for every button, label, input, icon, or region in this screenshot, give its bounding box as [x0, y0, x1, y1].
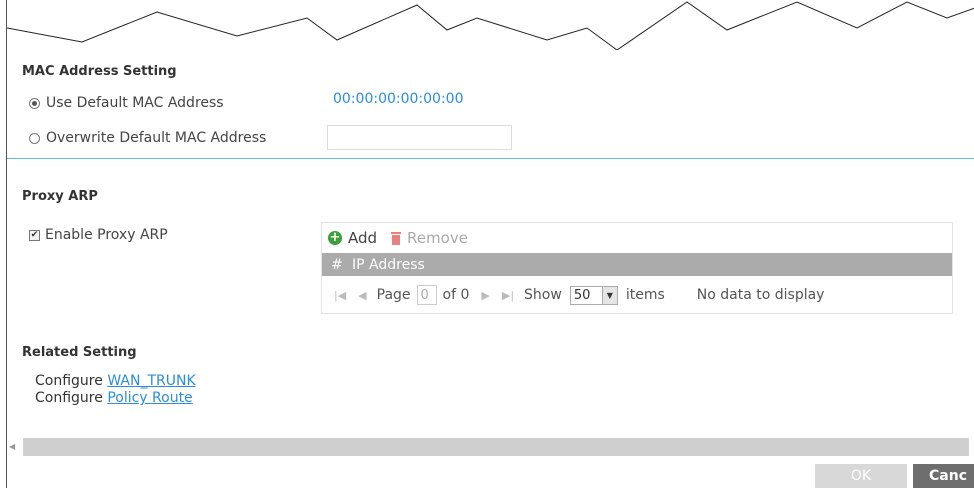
page-size-select[interactable]: 50 ▼: [569, 285, 618, 305]
page-number-input[interactable]: 0: [416, 285, 437, 305]
torn-edge-decoration: [7, 0, 974, 50]
show-label: Show: [524, 287, 562, 303]
related-item-prefix: Configure: [35, 390, 103, 406]
mac-section-title: MAC Address Setting: [22, 64, 177, 79]
ok-button[interactable]: OK: [815, 464, 907, 488]
add-button[interactable]: + Add: [328, 229, 377, 247]
radio-unselected-icon[interactable]: [29, 132, 40, 144]
related-section-title: Related Setting: [22, 345, 137, 360]
cancel-button[interactable]: Canc: [913, 464, 974, 488]
items-label: items: [625, 287, 665, 303]
default-mac-value: 00:00:00:00:00:00: [333, 91, 464, 107]
use-default-mac-label: Use Default MAC Address: [46, 95, 224, 111]
remove-button-label: Remove: [407, 229, 468, 247]
column-header-ip-address[interactable]: IP Address: [352, 257, 425, 273]
first-page-icon[interactable]: |◀: [334, 289, 346, 302]
trash-icon: [391, 231, 402, 245]
use-default-mac-radio[interactable]: Use Default MAC Address: [29, 95, 224, 111]
wan-trunk-link[interactable]: WAN_TRUNK: [107, 373, 195, 389]
scroll-left-icon[interactable]: ◀: [9, 442, 15, 451]
related-item-wan-trunk: Configure WAN_TRUNK: [35, 373, 196, 389]
chevron-down-icon[interactable]: ▼: [601, 286, 617, 304]
page-label: Page: [376, 287, 411, 303]
dialog-frame: MAC Address Setting Use Default MAC Addr…: [6, 0, 974, 488]
column-header-index[interactable]: #: [322, 257, 352, 273]
section-divider: [7, 158, 974, 159]
add-icon: +: [328, 230, 342, 245]
no-data-label: No data to display: [696, 287, 825, 303]
related-item-prefix: Configure: [35, 373, 103, 389]
grid-header: # IP Address: [322, 253, 952, 276]
grid-toolbar: + Add Remove: [328, 229, 482, 247]
overwrite-mac-input[interactable]: [327, 125, 512, 150]
prev-page-icon[interactable]: ◀: [358, 289, 366, 302]
add-button-label: Add: [348, 229, 378, 247]
proxy-arp-grid: + Add Remove # IP Address |◀ ◀ Page 0 of…: [321, 222, 953, 314]
policy-route-link[interactable]: Policy Route: [107, 390, 192, 406]
overwrite-mac-label: Overwrite Default MAC Address: [46, 130, 267, 146]
proxy-arp-section-title: Proxy ARP: [22, 189, 98, 204]
grid-pager: |◀ ◀ Page 0 of 0 ▶ ▶| Show 50 ▼ items No…: [328, 282, 948, 308]
overwrite-mac-radio[interactable]: Overwrite Default MAC Address: [29, 130, 266, 146]
enable-proxy-arp-label: Enable Proxy ARP: [45, 227, 168, 243]
horizontal-scrollbar[interactable]: [23, 438, 969, 456]
enable-proxy-arp-checkbox-row[interactable]: ✔ Enable Proxy ARP: [29, 227, 168, 243]
remove-button[interactable]: Remove: [391, 229, 468, 247]
checkbox-checked-icon[interactable]: ✔: [29, 229, 40, 241]
radio-selected-icon[interactable]: [29, 97, 40, 109]
page-size-value: 50: [573, 287, 591, 303]
next-page-icon[interactable]: ▶: [481, 289, 489, 302]
page-count-label: of 0: [442, 287, 470, 303]
related-item-policy-route: Configure Policy Route: [35, 390, 193, 406]
last-page-icon[interactable]: ▶|: [502, 289, 514, 302]
